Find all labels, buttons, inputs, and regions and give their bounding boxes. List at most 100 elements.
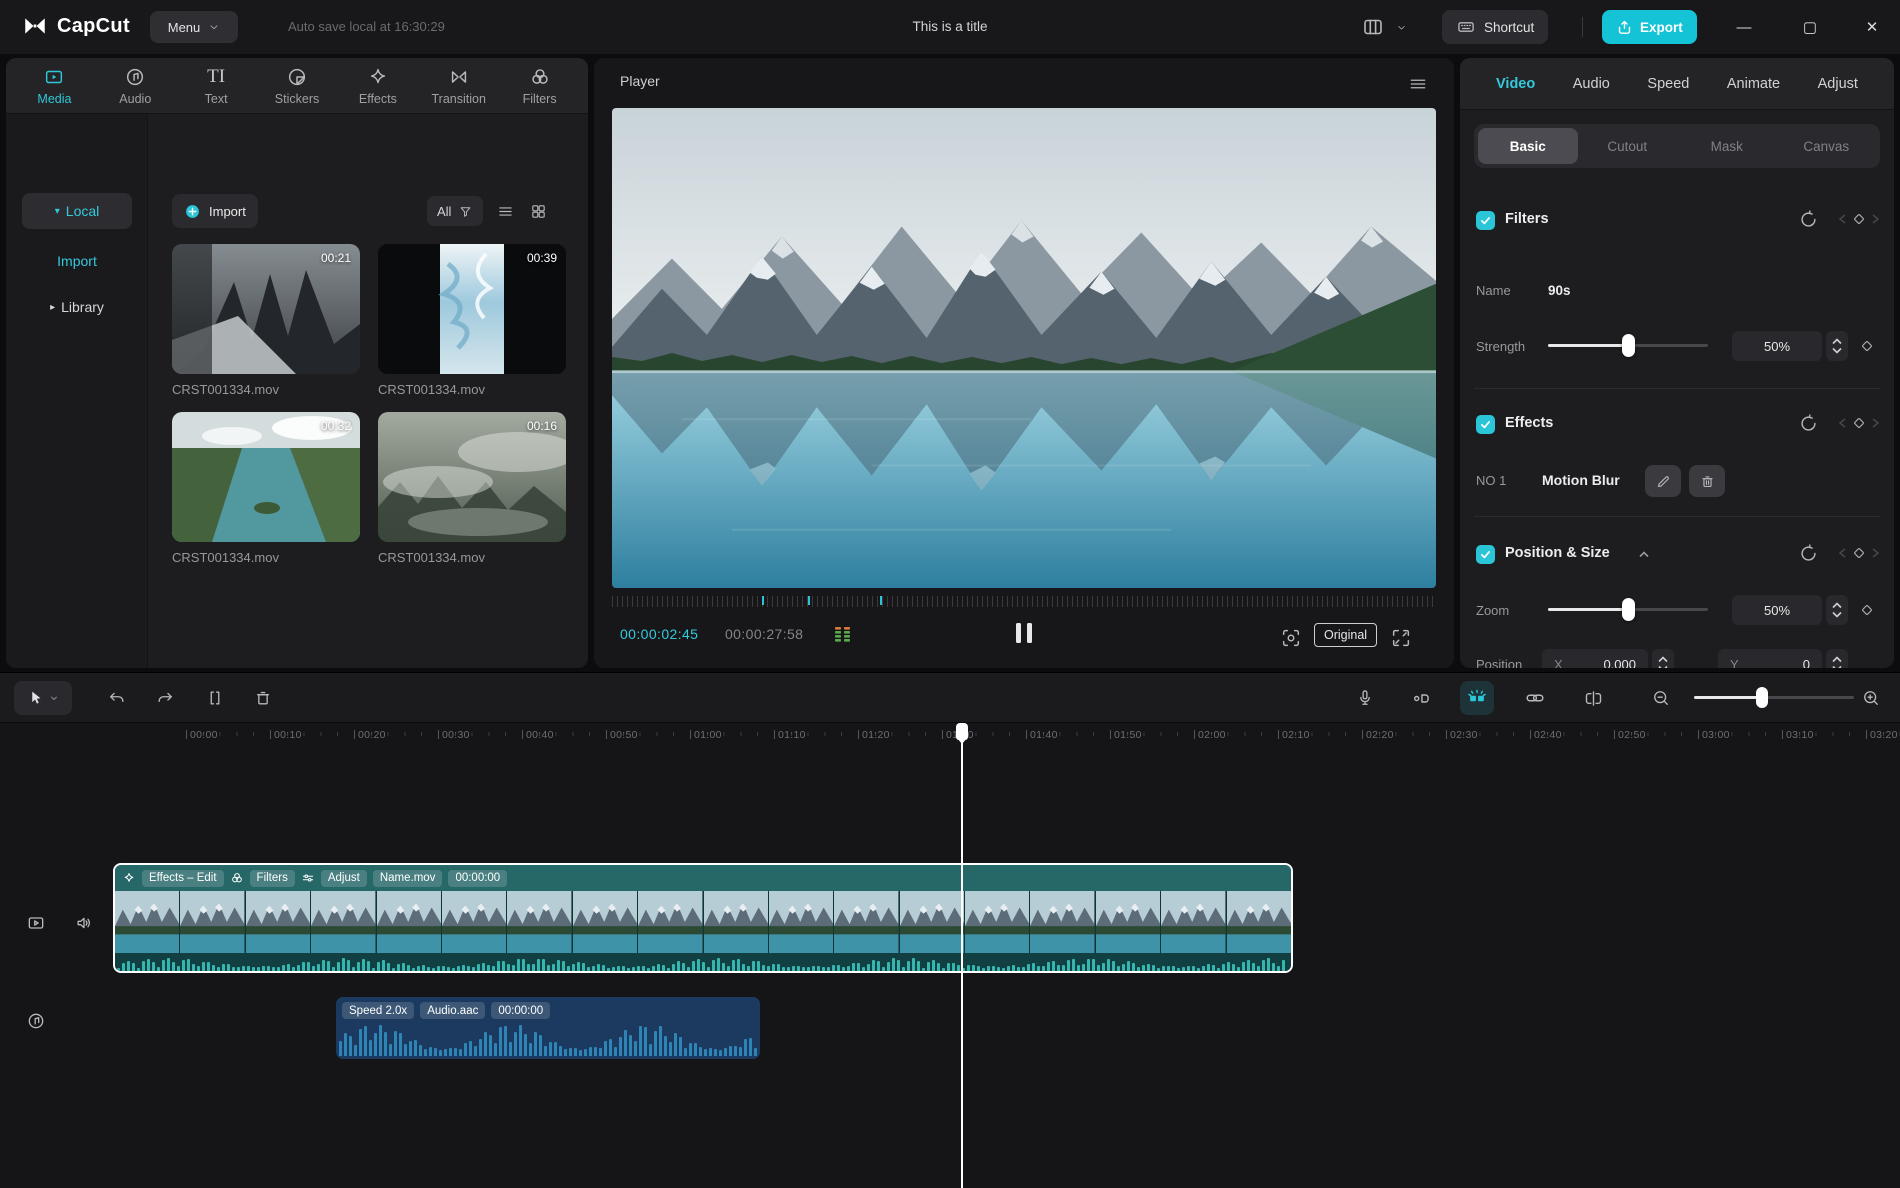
audio-speed-badge[interactable]: Speed 2.0x: [342, 1002, 415, 1019]
tab-adjust[interactable]: Adjust: [1818, 76, 1858, 92]
audio-track-toggle[interactable]: [24, 1009, 48, 1033]
clip-adjust-badge[interactable]: Adjust: [320, 869, 367, 887]
position-x-stepper[interactable]: [1652, 649, 1674, 668]
zoom-slider[interactable]: [1548, 598, 1708, 621]
strength-stepper[interactable]: [1826, 331, 1848, 361]
zoom-keyframe-button[interactable]: [1858, 601, 1876, 619]
video-clip-header: Effects – Edit Filters Adjust Name.mov 0…: [115, 865, 1291, 891]
zoom-stepper[interactable]: [1826, 595, 1848, 625]
effects-checkbox[interactable]: [1476, 415, 1495, 434]
select-tool-button[interactable]: [14, 681, 72, 715]
timeline-ruler[interactable]: 00:00 00:10 00:20 00:30 00:40 00:50 01:00 01:10…: [0, 723, 1900, 753]
media-thumbnail[interactable]: 00:16: [378, 412, 566, 542]
layout-caret-button[interactable]: [1392, 13, 1410, 41]
original-ratio-button[interactable]: Original: [1314, 623, 1378, 647]
playhead[interactable]: [956, 723, 968, 1188]
timeline-zoom-slider[interactable]: [1694, 687, 1854, 708]
strength-value[interactable]: 50%: [1732, 331, 1822, 361]
snap-toggle-button[interactable]: [1404, 681, 1438, 715]
zoom-in-button[interactable]: [1854, 681, 1888, 715]
video-preview[interactable]: [612, 108, 1436, 588]
effects-keyframe-button[interactable]: [1838, 414, 1880, 432]
tab-media[interactable]: Media: [14, 58, 95, 113]
tab-audio[interactable]: Audio: [95, 58, 176, 113]
subtab-cutout[interactable]: Cutout: [1578, 128, 1678, 164]
layout-button[interactable]: [1358, 13, 1388, 41]
minimize-button[interactable]: —: [1722, 0, 1766, 54]
maximize-button[interactable]: ▢: [1788, 0, 1832, 54]
strength-keyframe-button[interactable]: [1858, 337, 1876, 355]
media-thumbnail[interactable]: 00:32: [172, 412, 360, 542]
mirror-split-button[interactable]: [1576, 681, 1610, 715]
export-button[interactable]: Export: [1602, 10, 1697, 44]
tab-stickers[interactable]: Stickers: [257, 58, 338, 113]
subtab-mask[interactable]: Mask: [1677, 128, 1777, 164]
position-y-input[interactable]: Y 0: [1718, 649, 1822, 668]
subtab-basic[interactable]: Basic: [1478, 128, 1578, 164]
player-menu-button[interactable]: [1408, 74, 1428, 94]
tab-animate[interactable]: Animate: [1727, 76, 1780, 92]
playhead-handle[interactable]: [956, 723, 968, 744]
reset-position-button[interactable]: [1798, 543, 1819, 564]
filter-name-row: Name 90s: [1460, 280, 1894, 304]
filter-all-button[interactable]: All: [427, 196, 484, 226]
edit-effect-button[interactable]: [1645, 465, 1681, 497]
audio-levels-glyph: [835, 627, 850, 642]
tab-filters[interactable]: Filters: [499, 58, 580, 113]
sidebar-item-library[interactable]: ▸ Library: [22, 294, 132, 320]
tab-audio[interactable]: Audio: [1573, 76, 1610, 92]
strength-slider[interactable]: [1548, 334, 1708, 357]
zoom-slider-handle[interactable]: [1756, 687, 1768, 708]
tab-transition[interactable]: Transition: [418, 58, 499, 113]
collapse-caret-icon[interactable]: [1638, 550, 1650, 559]
tab-video[interactable]: Video: [1496, 76, 1535, 92]
audio-clip[interactable]: Speed 2.0x Audio.aac 00:00:00: [336, 997, 760, 1059]
zoom-value[interactable]: 50%: [1732, 595, 1822, 625]
clip-filters-badge[interactable]: Filters: [249, 869, 295, 887]
filters-keyframe-button[interactable]: [1838, 210, 1880, 228]
media-item: 00:21 CRST001334.mov: [172, 244, 360, 397]
video-track-mute-button[interactable]: [72, 911, 96, 935]
list-view-button[interactable]: [493, 200, 517, 222]
position-x-input[interactable]: X 0.000: [1542, 649, 1648, 668]
pause-button[interactable]: [1016, 623, 1032, 643]
focus-button[interactable]: [1276, 624, 1306, 652]
fullscreen-button[interactable]: [1386, 624, 1416, 652]
grid-view-button[interactable]: [526, 200, 550, 222]
strength-label: Strength: [1476, 339, 1526, 354]
media-thumbnail[interactable]: 00:39: [378, 244, 566, 374]
shortcut-button[interactable]: Shortcut: [1442, 10, 1549, 44]
subtab-canvas[interactable]: Canvas: [1777, 128, 1877, 164]
reset-filters-button[interactable]: [1798, 209, 1819, 230]
import-button[interactable]: Import: [172, 194, 258, 228]
tab-text[interactable]: TI Text: [176, 58, 257, 113]
redo-button[interactable]: [148, 681, 182, 715]
record-voiceover-button[interactable]: [1348, 681, 1382, 715]
tab-effects[interactable]: Effects: [337, 58, 418, 113]
position-y-stepper[interactable]: [1826, 649, 1848, 668]
tab-speed[interactable]: Speed: [1647, 76, 1689, 92]
reset-effects-button[interactable]: [1798, 413, 1819, 434]
position-size-section-title: Position & Size: [1505, 545, 1610, 561]
position-keyframe-button[interactable]: [1838, 544, 1880, 562]
zoom-out-button[interactable]: [1644, 681, 1678, 715]
video-clip[interactable]: Effects – Edit Filters Adjust Name.mov 0…: [113, 863, 1293, 973]
player-scrubber[interactable]: [612, 596, 1436, 607]
media-icon: [46, 70, 63, 83]
undo-button[interactable]: [100, 681, 134, 715]
link-button[interactable]: [1518, 681, 1552, 715]
audio-levels-icon[interactable]: [832, 623, 854, 647]
delete-button[interactable]: [246, 681, 280, 715]
video-track-toggle[interactable]: [24, 911, 48, 935]
pencil-icon: [1657, 475, 1669, 487]
position-size-checkbox[interactable]: [1476, 545, 1495, 564]
filters-checkbox[interactable]: [1476, 211, 1495, 230]
sidebar-item-import[interactable]: Import: [22, 248, 132, 274]
sidebar-item-local[interactable]: ▾ Local: [22, 193, 132, 229]
media-thumbnail[interactable]: 00:21: [172, 244, 360, 374]
clip-effects-badge[interactable]: Effects – Edit: [142, 869, 224, 887]
split-button[interactable]: [198, 681, 232, 715]
main-track-magnet-button[interactable]: [1460, 681, 1494, 715]
delete-effect-button[interactable]: [1689, 465, 1725, 497]
close-button[interactable]: ✕: [1850, 0, 1894, 54]
